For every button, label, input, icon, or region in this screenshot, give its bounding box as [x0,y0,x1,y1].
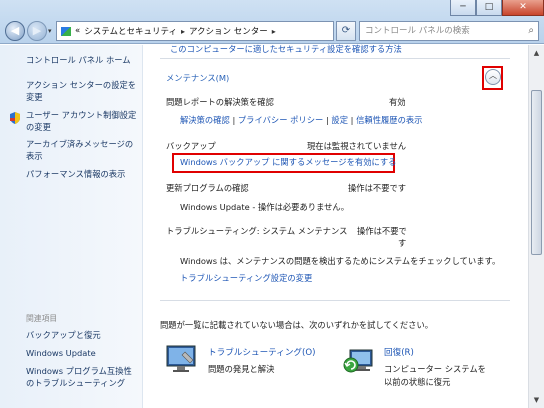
divider [160,300,510,301]
forward-button[interactable]: ▶ [27,21,47,41]
related-section-title: 関連項目 [26,314,58,323]
troubleshoot-message: Windows は、メンテナンスの問題を検出するためにシステムをチェックしていま… [180,256,501,266]
search-input[interactable]: コントロール パネルの検索 ⌕ [359,21,539,41]
minimize-button[interactable]: ─ [450,0,476,16]
link-separator: | [350,115,354,125]
problem-report-label: 問題レポートの解決策を確認 [166,97,274,107]
troubleshoot-status-line2: す [398,238,407,248]
sidebar-item-uac-settings[interactable]: ユーザー アカウント制御設定の変更 [26,109,140,133]
sidebar-item-archived-messages[interactable]: アーカイブ済みメッセージの表示 [26,138,140,162]
breadcrumb-system-security[interactable]: システムとセキュリティ [84,25,177,37]
recovery-computer-icon[interactable] [342,344,376,376]
troubleshoot-label: トラブルシューティング: システム メンテナンス [166,226,348,236]
update-label: 更新プログラムの確認 [166,183,249,193]
change-troubleshoot-settings-link[interactable]: トラブルシューティング設定の変更 [180,273,312,284]
troubleshooting-monitor-icon[interactable] [165,344,199,374]
update-status: 操作は不要です [348,183,407,193]
back-button[interactable]: ◀ [5,21,25,41]
related-item-backup-restore[interactable]: バックアップと復元 [26,329,140,341]
reliability-history-link[interactable]: 信頼性履歴の表示 [356,115,422,125]
recovery-action-link[interactable]: 回復(R) [384,348,414,359]
check-solutions-link[interactable]: 解決策の確認 [180,115,230,125]
vertical-scrollbar[interactable]: ▲ ▼ [528,45,544,408]
scroll-thumb[interactable] [531,90,542,255]
maximize-button[interactable]: □ [476,0,502,16]
collapse-section-button[interactable]: ︿ [485,69,501,85]
divider [160,58,510,59]
breadcrumb-overflow[interactable]: « [75,26,80,36]
refresh-icon: ⟳ [341,25,351,36]
problem-report-links: 解決策の確認 | プライバシー ポリシー | 設定 | 信頼性履歴の表示 [180,115,422,126]
troubleshoot-status-line1: 操作は不要で [357,226,407,236]
link-separator: | [232,115,236,125]
back-arrow-icon: ◀ [10,24,20,37]
left-pane: コントロール パネル ホーム アクション センターの設定を変更 ユーザー アカウ… [0,45,143,408]
sidebar-item-control-panel-home[interactable]: コントロール パネル ホーム [26,54,140,66]
forward-arrow-icon: ▶ [32,24,42,37]
update-message: Windows Update - 操作は必要ありません。 [180,202,350,212]
related-item-compatibility-troubleshooter[interactable]: Windows プログラム互換性のトラブルシューティング [26,365,140,389]
backup-status: 現在は監視されていません [307,141,407,151]
security-settings-help-link[interactable]: このコンピューターに適したセキュリティ設定を確認する方法 [170,44,402,55]
breadcrumb-action-center[interactable]: アクション センター [189,25,268,37]
address-bar[interactable]: « システムとセキュリティ ▸ アクション センター ▸ [56,21,334,41]
footer-prompt: 問題が一覧に記載されていない場合は、次のいずれかを試してください。 [160,320,434,330]
history-dropdown-icon[interactable]: ▾ [48,27,52,35]
sidebar-item-change-action-center-settings[interactable]: アクション センターの設定を変更 [26,79,140,103]
chevron-up-icon: ︿ [489,71,497,80]
scroll-down-arrow-icon[interactable]: ▼ [529,392,544,408]
breadcrumb-separator-icon[interactable]: ▸ [181,27,185,36]
maximize-icon: □ [484,2,494,12]
close-button[interactable]: ✕ [502,0,544,16]
title-bar: ─ □ ✕ ◀ ▶ ▾ « システムとセキュリティ ▸ アクション センター ▸… [0,0,544,44]
search-placeholder: コントロール パネルの検索 [365,26,470,36]
settings-link[interactable]: 設定 [331,115,348,125]
breadcrumb-separator-icon[interactable]: ▸ [272,27,276,36]
minimize-icon: ─ [460,2,466,12]
sidebar-item-performance-info[interactable]: パフォーマンス情報の表示 [26,168,140,180]
recovery-action-desc-line2: 以前の状態に復元 [384,377,451,387]
maintenance-section-header[interactable]: メンテナンス(M) [166,73,229,84]
search-icon[interactable]: ⌕ [528,22,534,40]
related-item-windows-update[interactable]: Windows Update [26,347,140,359]
enable-backup-messages-link[interactable]: Windows バックアップ に関するメッセージを有効にする [180,157,396,168]
problem-report-status: 有効 [389,97,406,107]
troubleshooting-action-link[interactable]: トラブルシューティング(O) [208,348,316,359]
scroll-up-arrow-icon[interactable]: ▲ [529,45,544,61]
refresh-button[interactable]: ⟳ [336,21,356,41]
link-separator: | [325,115,329,125]
recovery-action-desc-line1: コンピューター システムを [384,364,486,374]
backup-label: バックアップ [166,141,216,151]
troubleshooting-action-desc: 問題の発見と解決 [208,364,275,374]
uac-shield-icon [10,112,20,124]
privacy-policy-link[interactable]: プライバシー ポリシー [238,115,323,125]
close-icon: ✕ [519,2,527,12]
control-panel-flag-icon [61,26,71,36]
